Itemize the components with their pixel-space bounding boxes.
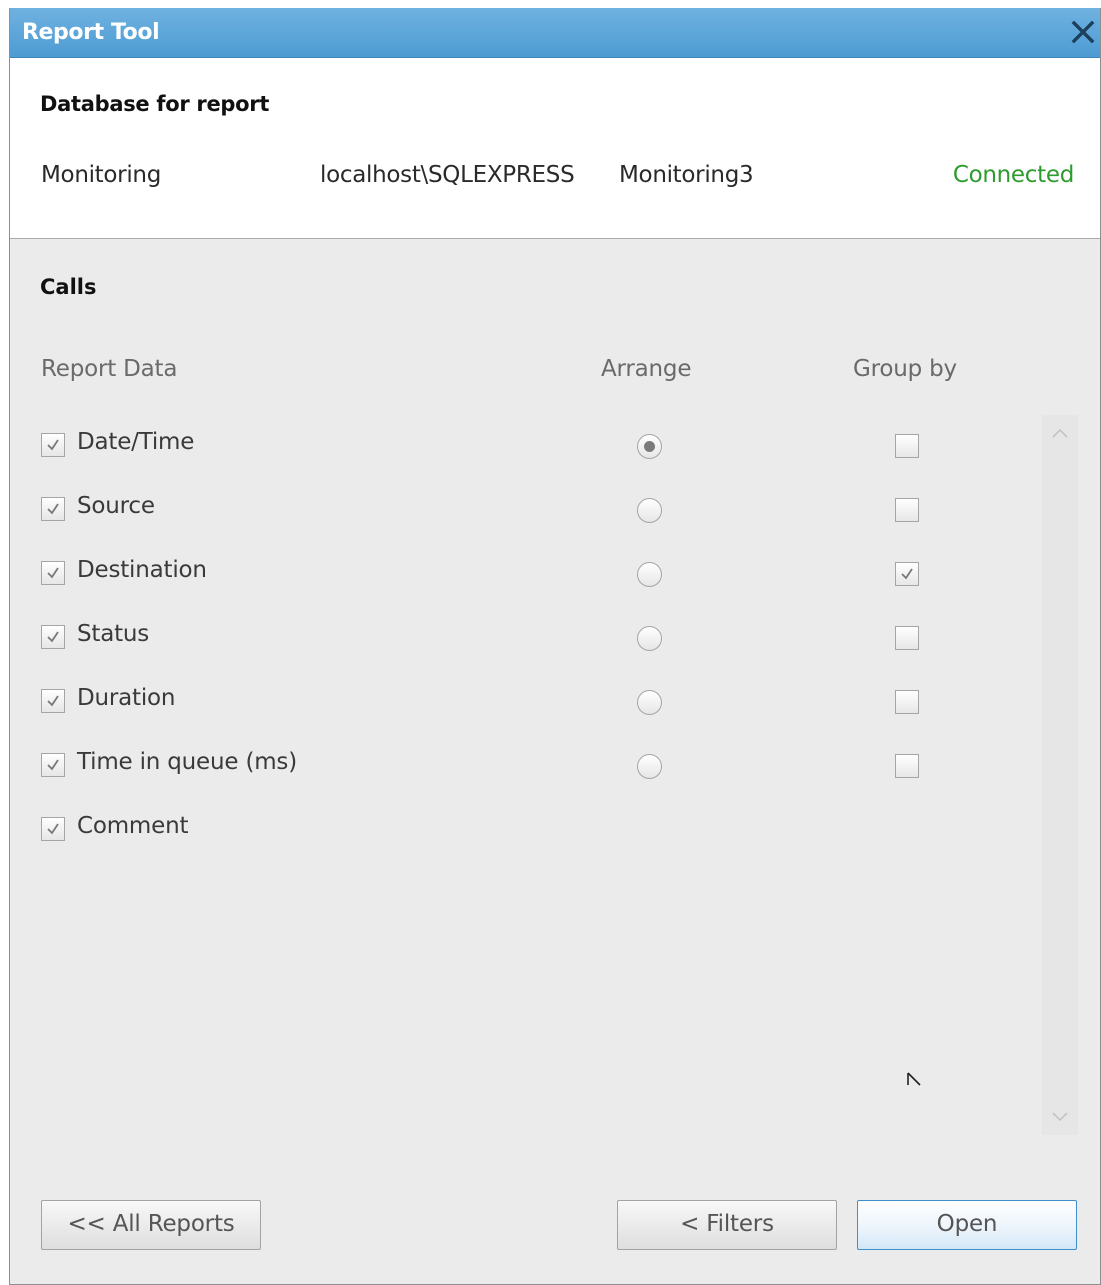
row-label: Comment (77, 813, 189, 839)
include-checkbox[interactable] (41, 433, 65, 457)
table-row: Date/Time (10, 428, 1040, 468)
table-row: Source (10, 492, 1040, 532)
mouse-cursor-icon (907, 1072, 921, 1086)
window-title: Report Tool (22, 20, 160, 45)
column-header-group-by: Group by (853, 356, 957, 382)
table-row: Status (10, 620, 1040, 660)
check-icon (47, 823, 59, 835)
database-panel: Database for report Monitoring localhost… (10, 58, 1100, 239)
database-name: Monitoring (41, 162, 161, 188)
check-icon (47, 503, 59, 515)
group-by-checkbox[interactable] (895, 626, 919, 650)
check-icon (47, 695, 59, 707)
group-by-checkbox[interactable] (895, 498, 919, 522)
database-server: localhost\SQLEXPRESS (320, 162, 575, 188)
filters-button[interactable]: < Filters (617, 1200, 837, 1250)
table-row: Comment (10, 812, 1040, 852)
table-row: Destination (10, 556, 1040, 596)
connection-status: Connected (952, 162, 1074, 188)
include-checkbox[interactable] (41, 497, 65, 521)
arrange-radio[interactable] (637, 754, 662, 779)
arrange-radio[interactable] (637, 562, 662, 587)
table-row: Time in queue (ms) (10, 748, 1040, 788)
include-checkbox[interactable] (41, 817, 65, 841)
row-label: Date/Time (77, 429, 195, 455)
vertical-scrollbar[interactable] (1042, 415, 1078, 1135)
arrange-radio[interactable] (637, 690, 662, 715)
row-label: Time in queue (ms) (77, 749, 297, 775)
open-button[interactable]: Open (857, 1200, 1077, 1250)
arrange-radio[interactable] (637, 434, 662, 459)
arrange-radio[interactable] (637, 626, 662, 651)
include-checkbox[interactable] (41, 561, 65, 585)
table-row: Duration (10, 684, 1040, 724)
chevron-up-icon[interactable] (1051, 427, 1069, 439)
check-icon (47, 567, 59, 579)
all-reports-button[interactable]: << All Reports (41, 1200, 261, 1250)
group-by-checkbox[interactable] (895, 754, 919, 778)
group-by-checkbox[interactable] (895, 434, 919, 458)
check-icon (47, 439, 59, 451)
check-icon (47, 631, 59, 643)
arrange-radio[interactable] (637, 498, 662, 523)
column-header-report-data: Report Data (41, 356, 178, 382)
title-bar: Report Tool (10, 8, 1100, 58)
close-icon[interactable] (1070, 19, 1096, 45)
report-tool-window: Report Tool Database for report Monitori… (9, 8, 1101, 1285)
include-checkbox[interactable] (41, 753, 65, 777)
group-by-checkbox[interactable] (895, 690, 919, 714)
column-header-arrange: Arrange (601, 356, 692, 382)
include-checkbox[interactable] (41, 625, 65, 649)
row-label: Destination (77, 557, 207, 583)
include-checkbox[interactable] (41, 689, 65, 713)
group-by-checkbox[interactable] (895, 562, 919, 586)
chevron-down-icon[interactable] (1051, 1111, 1069, 1123)
radio-dot (644, 441, 655, 452)
database-catalog: Monitoring3 (619, 162, 754, 188)
check-icon (47, 759, 59, 771)
row-label: Source (77, 493, 155, 519)
check-icon (901, 568, 913, 580)
calls-section-title: Calls (40, 275, 97, 299)
database-section-title: Database for report (40, 92, 270, 116)
row-label: Duration (77, 685, 176, 711)
row-label: Status (77, 621, 150, 647)
